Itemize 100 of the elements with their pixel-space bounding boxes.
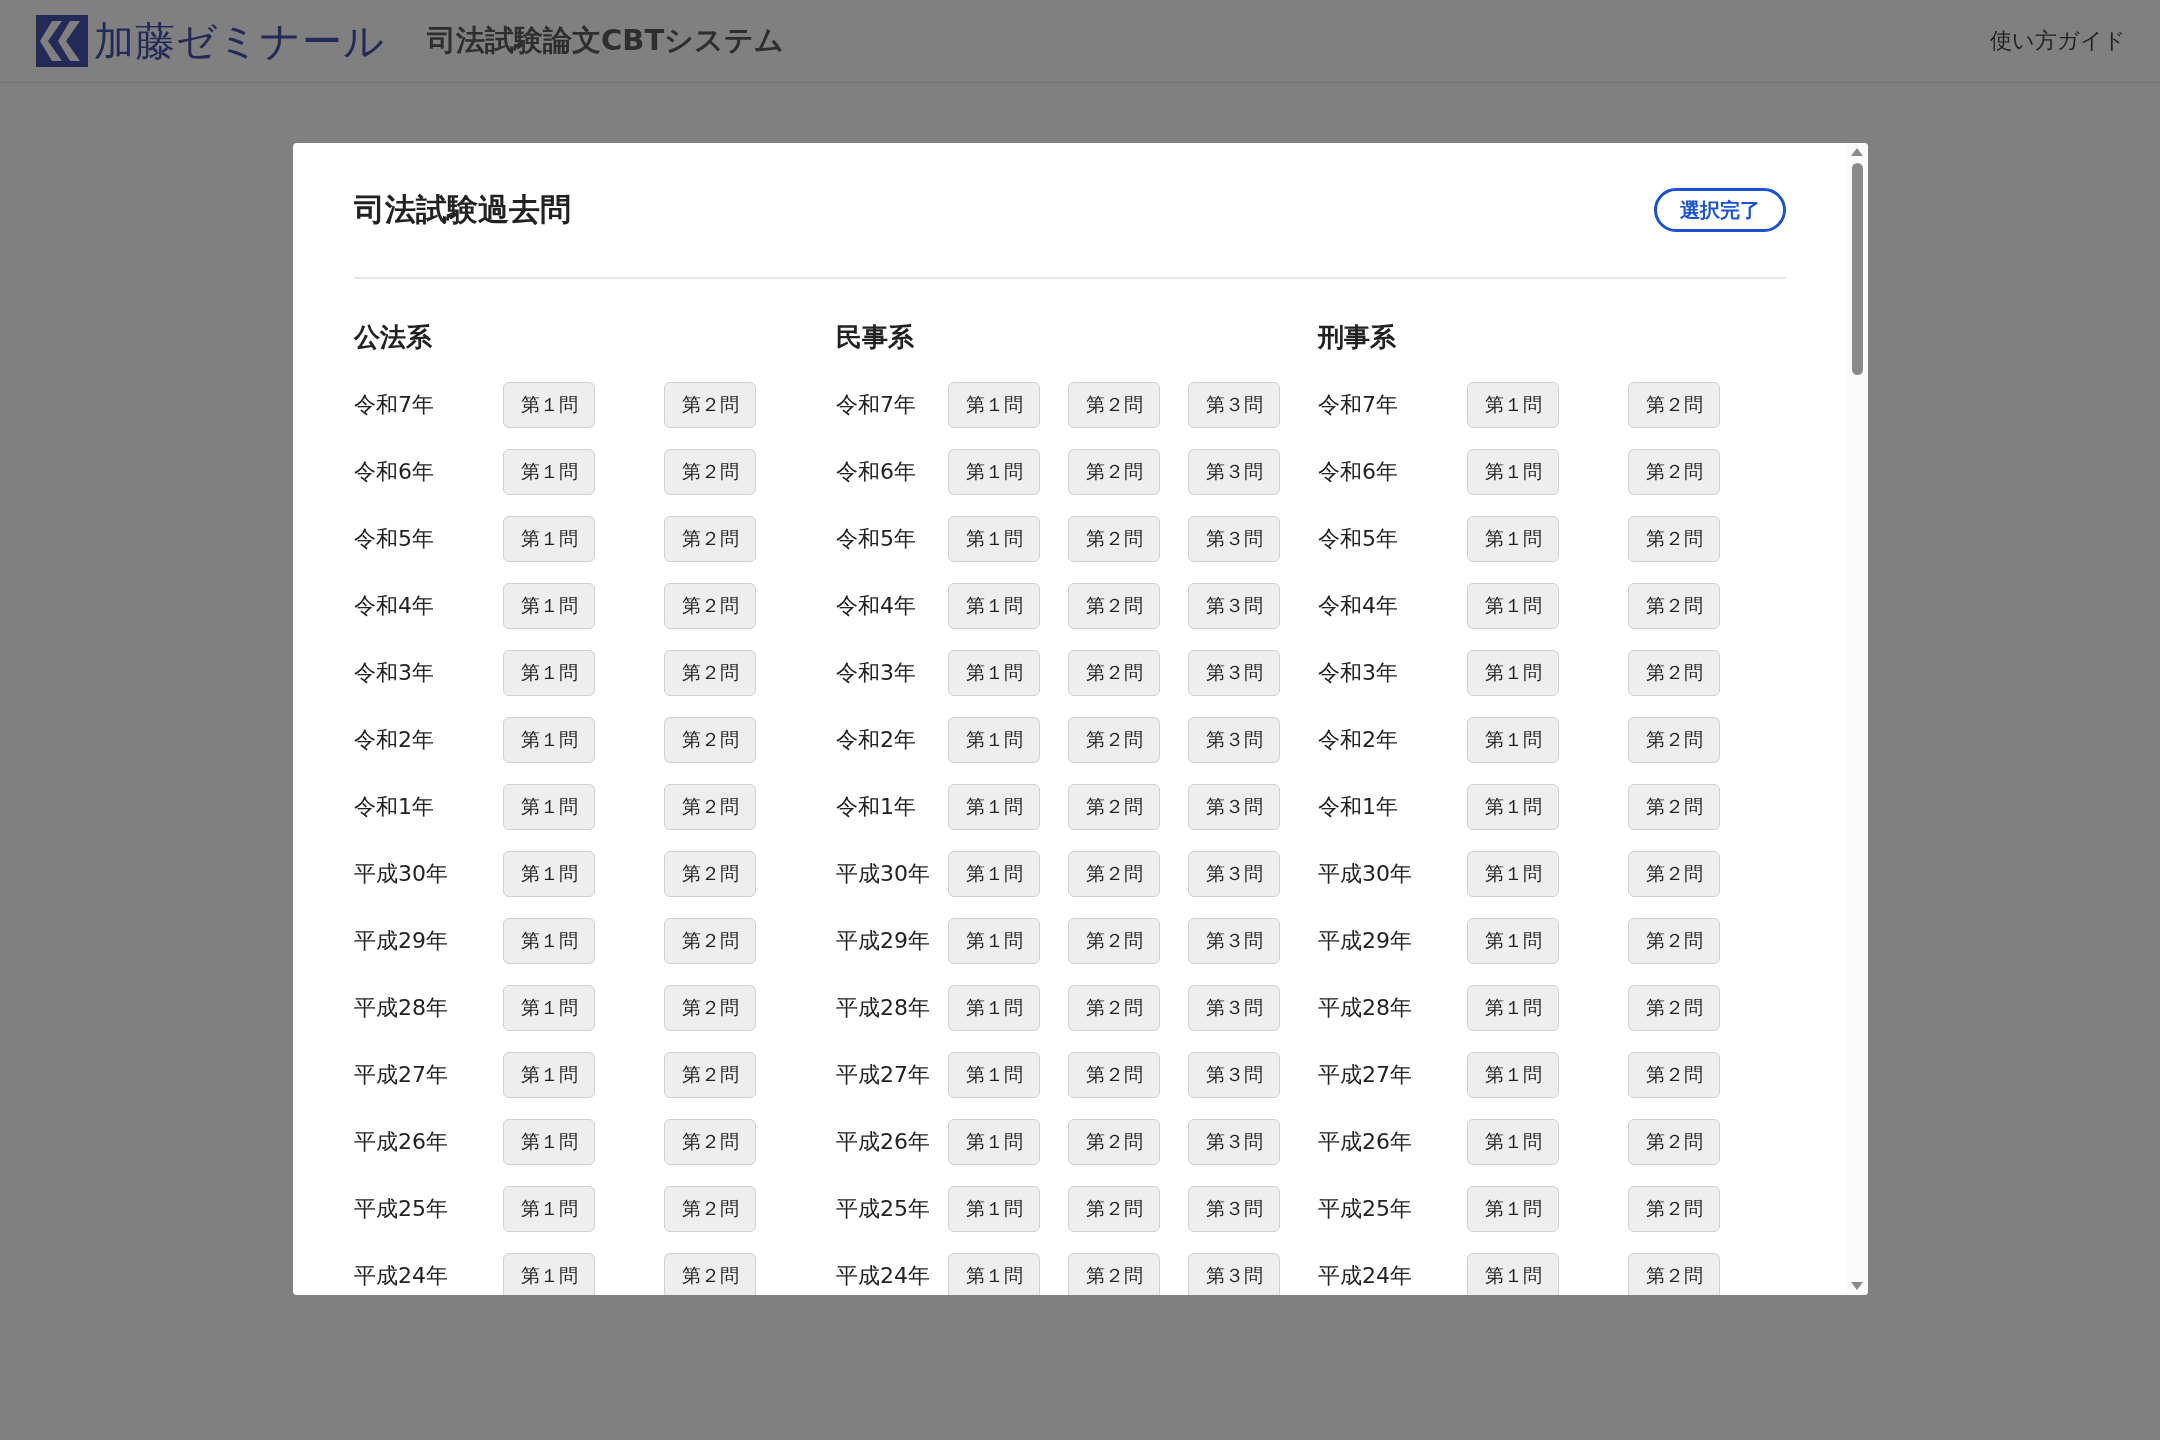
question-button[interactable]: 第２問 [1068,582,1160,629]
question-button[interactable]: 第１問 [948,582,1040,629]
question-button[interactable]: 第１問 [1467,984,1559,1031]
question-button[interactable]: 第３問 [1188,716,1280,763]
question-button[interactable]: 第２問 [1068,381,1160,428]
question-button[interactable]: 第２問 [664,582,756,629]
question-button[interactable]: 第１問 [1467,716,1559,763]
question-button[interactable]: 第１問 [1467,1051,1559,1098]
question-button[interactable]: 第３問 [1188,850,1280,897]
question-button[interactable]: 第２問 [664,716,756,763]
question-button[interactable]: 第１問 [948,1051,1040,1098]
question-button[interactable]: 第１問 [503,448,595,495]
question-button[interactable]: 第３問 [1188,917,1280,964]
question-button[interactable]: 第３問 [1188,984,1280,1031]
question-button[interactable]: 第１問 [503,649,595,696]
question-button[interactable]: 第１問 [948,917,1040,964]
guide-link[interactable]: 使い方ガイド [1990,26,2126,56]
question-button[interactable]: 第２問 [664,1051,756,1098]
question-button[interactable]: 第２問 [1068,1252,1160,1295]
question-button[interactable]: 第２問 [664,649,756,696]
question-button[interactable]: 第１問 [948,1252,1040,1295]
question-button[interactable]: 第１問 [503,984,595,1031]
question-button[interactable]: 第２問 [1068,917,1160,964]
question-button[interactable]: 第１問 [948,783,1040,830]
question-button[interactable]: 第１問 [503,515,595,562]
question-button[interactable]: 第２問 [664,381,756,428]
question-button[interactable]: 第１問 [503,1185,595,1232]
question-button[interactable]: 第１問 [948,850,1040,897]
question-button[interactable]: 第１問 [503,917,595,964]
question-button[interactable]: 第３問 [1188,649,1280,696]
question-button[interactable]: 第２問 [664,984,756,1031]
question-button[interactable]: 第３問 [1188,1185,1280,1232]
question-button[interactable]: 第１問 [503,381,595,428]
question-button[interactable]: 第２問 [1628,1118,1720,1165]
question-button[interactable]: 第１問 [1467,1118,1559,1165]
question-button[interactable]: 第２問 [1628,649,1720,696]
question-button[interactable]: 第２問 [1068,1051,1160,1098]
scroll-up-icon[interactable] [1850,147,1864,157]
question-button[interactable]: 第２問 [1628,448,1720,495]
question-button[interactable]: 第２問 [1628,1051,1720,1098]
question-button[interactable]: 第２問 [1068,716,1160,763]
question-button[interactable]: 第１問 [1467,649,1559,696]
question-button[interactable]: 第１問 [1467,1252,1559,1295]
question-button[interactable]: 第１問 [503,1118,595,1165]
question-button[interactable]: 第３問 [1188,783,1280,830]
question-button[interactable]: 第３問 [1188,1118,1280,1165]
question-button[interactable]: 第１問 [1467,783,1559,830]
question-button[interactable]: 第１問 [948,1185,1040,1232]
question-button[interactable]: 第２問 [664,917,756,964]
question-button[interactable]: 第２問 [664,850,756,897]
question-button[interactable]: 第１問 [948,716,1040,763]
question-button[interactable]: 第１問 [1467,1185,1559,1232]
question-button[interactable]: 第２問 [1068,850,1160,897]
question-button[interactable]: 第１問 [503,1051,595,1098]
question-button[interactable]: 第１問 [948,1118,1040,1165]
question-button[interactable]: 第１問 [948,381,1040,428]
question-button[interactable]: 第１問 [948,649,1040,696]
question-button[interactable]: 第２問 [1628,783,1720,830]
scrollbar[interactable] [1846,143,1868,1295]
question-button[interactable]: 第１問 [1467,448,1559,495]
question-button[interactable]: 第２問 [1628,1252,1720,1295]
question-button[interactable]: 第２問 [664,515,756,562]
question-button[interactable]: 第２問 [1628,381,1720,428]
question-button[interactable]: 第２問 [1628,716,1720,763]
question-button[interactable]: 第１問 [948,448,1040,495]
question-button[interactable]: 第１問 [1467,381,1559,428]
question-button[interactable]: 第３問 [1188,448,1280,495]
question-button[interactable]: 第２問 [1628,984,1720,1031]
question-button[interactable]: 第２問 [664,1118,756,1165]
question-button[interactable]: 第１問 [948,515,1040,562]
question-button[interactable]: 第３問 [1188,515,1280,562]
question-button[interactable]: 第１問 [503,582,595,629]
question-button[interactable]: 第１問 [503,850,595,897]
question-button[interactable]: 第１問 [1467,917,1559,964]
question-button[interactable]: 第１問 [1467,582,1559,629]
question-button[interactable]: 第２問 [1628,917,1720,964]
scrollbar-thumb[interactable] [1851,163,1863,375]
question-button[interactable]: 第３問 [1188,381,1280,428]
question-button[interactable]: 第２問 [664,1185,756,1232]
scroll-down-icon[interactable] [1850,1281,1864,1291]
question-button[interactable]: 第３問 [1188,1252,1280,1295]
question-button[interactable]: 第１問 [503,783,595,830]
question-button[interactable]: 第２問 [1628,515,1720,562]
question-button[interactable]: 第２問 [664,448,756,495]
question-button[interactable]: 第２問 [664,1252,756,1295]
question-button[interactable]: 第２問 [1628,1185,1720,1232]
question-button[interactable]: 第３問 [1188,582,1280,629]
question-button[interactable]: 第２問 [1068,984,1160,1031]
done-button[interactable]: 選択完了 [1654,188,1786,232]
question-button[interactable]: 第２問 [664,783,756,830]
question-button[interactable]: 第２問 [1068,1118,1160,1165]
question-button[interactable]: 第１問 [1467,850,1559,897]
question-button[interactable]: 第２問 [1628,850,1720,897]
question-button[interactable]: 第１問 [503,716,595,763]
question-button[interactable]: 第３問 [1188,1051,1280,1098]
question-button[interactable]: 第２問 [1628,582,1720,629]
question-button[interactable]: 第１問 [948,984,1040,1031]
question-button[interactable]: 第２問 [1068,448,1160,495]
question-button[interactable]: 第１問 [503,1252,595,1295]
question-button[interactable]: 第２問 [1068,1185,1160,1232]
